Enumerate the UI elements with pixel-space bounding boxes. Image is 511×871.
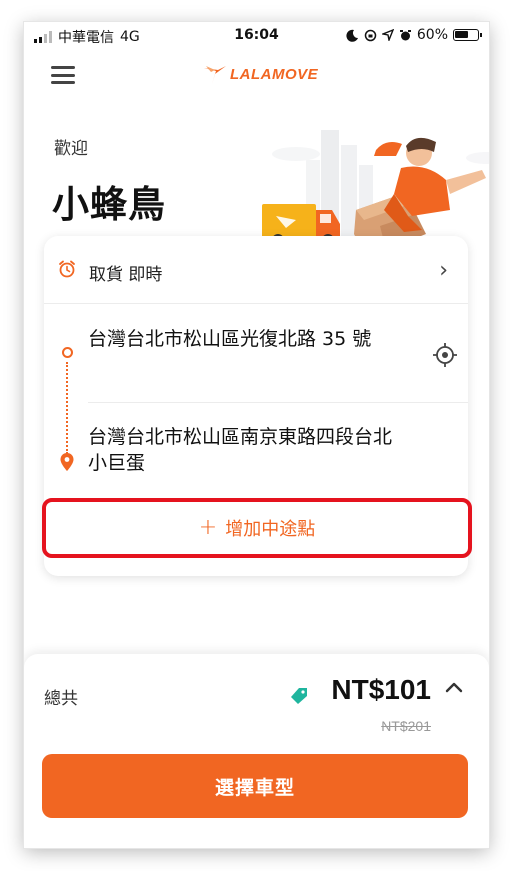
add-stop-button[interactable]: + 增加中途點 [42,498,472,558]
rotation-lock-icon [364,29,377,41]
chevron-up-icon[interactable] [445,680,463,694]
add-stop-label: 增加中途點 [225,519,316,540]
alarm-icon [399,29,411,40]
pickup-time-label: 取貨 即時 [89,265,163,285]
logo-mark-icon [204,66,226,84]
chevron-right-icon: › [439,258,448,283]
route-line [66,362,69,454]
hamburger-menu-icon[interactable] [51,64,75,86]
user-name: 小蜂鳥 [52,183,166,226]
location-arrow-icon [381,29,394,41]
status-bar: 中華電信 4G 16:04 60% [24,22,489,50]
total-label: 總共 [44,689,78,709]
destination-pin-icon [60,453,74,471]
stop-divider [88,402,468,403]
moon-icon [346,29,358,42]
battery-icon [453,29,482,41]
pickup-time-row[interactable]: 取貨 即時 › [44,236,468,304]
price-panel: 總共 NT$101 NT$201 選擇車型 [24,654,489,848]
phone-screen: 中華電信 4G 16:04 60% LALAMOVE 歡迎 小蜂鳥 取貨 即時 … [24,22,489,848]
original-price: NT$201 [381,718,431,734]
select-vehicle-button[interactable]: 選擇車型 [42,754,468,818]
dropoff-address[interactable]: 台灣台北市松山區南京東路四段台北小巨蛋 [88,424,398,476]
plus-icon: + [198,515,218,540]
lalamove-logo: LALAMOVE [202,62,318,86]
welcome-text: 歡迎 [54,139,88,159]
origin-dot-icon [62,347,73,358]
pickup-address[interactable]: 台灣台北市松山區光復北路 35 號 [88,326,398,352]
alarm-clock-icon [59,260,75,278]
current-location-icon[interactable] [432,342,458,368]
battery-percent: 60% [416,27,448,43]
total-price[interactable]: NT$101 [331,674,431,706]
logo-text: LALAMOVE [230,65,319,83]
price-tag-icon [291,688,307,704]
status-right: 60% [346,27,482,43]
